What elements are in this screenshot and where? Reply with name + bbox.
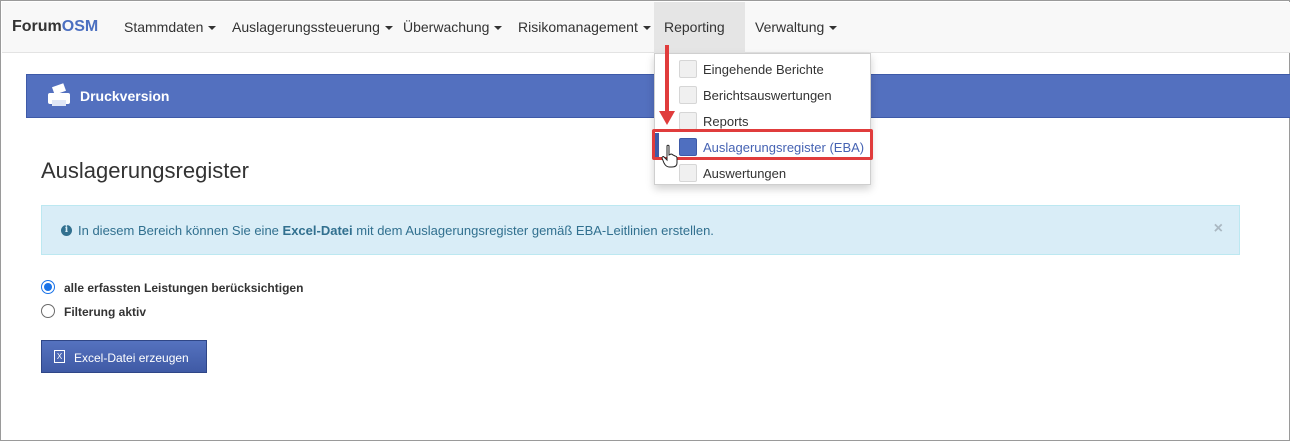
brand-name-part2: OSM: [61, 18, 99, 35]
nav-item-label: Auslagerungssteuerung: [232, 19, 380, 35]
nav-item-label: Verwaltung: [755, 19, 825, 35]
menu-item-berichtsauswertungen[interactable]: Berichtsauswertungen: [655, 82, 870, 108]
annotation-arrow-head: [659, 111, 675, 125]
nav-item-label: Risikomanagement: [518, 19, 638, 35]
radio-button-checked[interactable]: [41, 280, 55, 294]
nav-item-verwaltung[interactable]: Verwaltung: [745, 2, 847, 53]
caret-down-icon: [384, 26, 393, 31]
radio-label: Filterung aktiv: [64, 305, 147, 319]
menu-item-eingehende-berichte[interactable]: Eingehende Berichte: [655, 56, 870, 82]
close-icon[interactable]: ×: [1214, 220, 1223, 238]
menu-item-auswertungen[interactable]: Auswertungen: [655, 160, 870, 186]
caret-down-icon: [494, 26, 503, 31]
excel-file-icon: X: [54, 350, 65, 363]
nav-item-stammdaten[interactable]: Stammdaten: [114, 2, 226, 53]
annotation-arrow-shaft: [665, 45, 669, 115]
nav-item-label: Überwachung: [403, 19, 490, 35]
create-excel-button[interactable]: X Excel-Datei erzeugen: [41, 340, 207, 373]
radio-label: alle erfassten Leistungen berücksichtige…: [64, 281, 304, 295]
hand-cursor-icon: [661, 144, 678, 168]
nav-item-label: Reporting: [664, 19, 725, 35]
annotation-highlight-box: [652, 129, 873, 160]
caret-down-icon: [642, 26, 651, 31]
analysis-icon: [679, 164, 697, 182]
nav-item-auslagerungssteuerung[interactable]: Auslagerungssteuerung: [222, 2, 403, 53]
radio-button[interactable]: [41, 304, 55, 318]
print-version-label: Druckversion: [80, 88, 170, 104]
menu-item-label: Auswertungen: [703, 166, 787, 181]
caret-down-icon: [829, 26, 838, 31]
alert-text-after: mit dem Auslagerungsregister gemäß EBA-L…: [356, 223, 714, 238]
nav-item-risikomanagement[interactable]: Risikomanagement: [508, 2, 661, 53]
alert-text: In diesem Bereich können Sie eine Excel-…: [78, 223, 714, 238]
brand-logo[interactable]: ForumOSM: [12, 18, 98, 36]
nav-item-label: Stammdaten: [124, 19, 204, 35]
menu-item-label: Berichtsauswertungen: [703, 88, 832, 103]
printer-icon: [48, 83, 70, 106]
menu-item-label: Reports: [703, 114, 749, 129]
evaluation-icon: [679, 86, 697, 104]
create-excel-button-label: Excel-Datei erzeugen: [74, 351, 189, 365]
info-alert: i In diesem Bereich können Sie eine Exce…: [41, 205, 1240, 255]
info-icon: i: [61, 225, 72, 236]
menu-item-label: Eingehende Berichte: [703, 62, 824, 77]
caret-down-icon: [208, 26, 217, 31]
reports-icon: [679, 112, 697, 130]
nav-item-ueberwachung[interactable]: Überwachung: [393, 2, 512, 53]
page-title: Auslagerungsregister: [41, 158, 249, 183]
brand-name-part1: Forum: [12, 18, 62, 35]
app-window: ForumOSM Stammdaten Auslagerungssteuerun…: [0, 0, 1290, 441]
report-icon: [679, 60, 697, 78]
top-navbar: ForumOSM Stammdaten Auslagerungssteuerun…: [2, 2, 1290, 82]
reporting-dropdown-menu: Eingehende Berichte Berichtsauswertungen…: [654, 53, 871, 185]
alert-text-before: In diesem Bereich können Sie eine: [78, 223, 279, 238]
alert-text-bold: Excel-Datei: [282, 223, 353, 238]
